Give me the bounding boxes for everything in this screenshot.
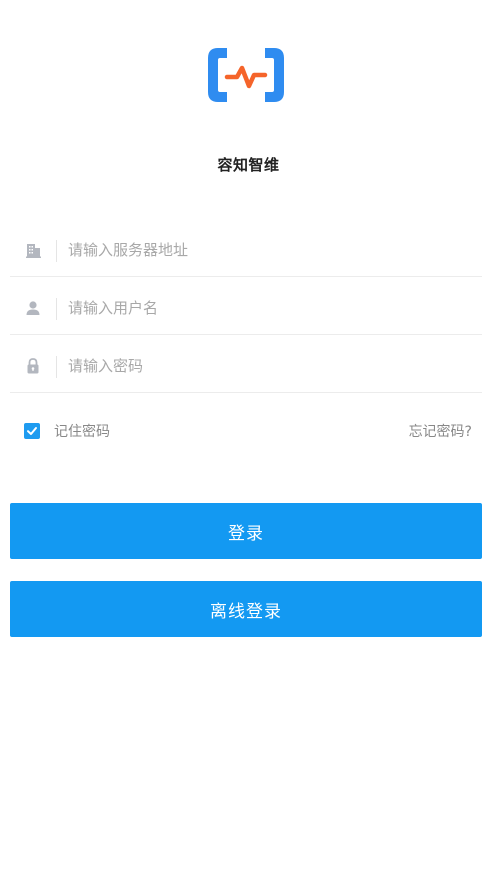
- username-input[interactable]: [68, 294, 468, 322]
- password-field[interactable]: [10, 340, 482, 393]
- remember-checkbox[interactable]: [24, 423, 40, 439]
- remember-label: 记住密码: [54, 424, 110, 440]
- server-input[interactable]: [68, 236, 468, 264]
- user-icon: [26, 301, 40, 315]
- field-divider: [56, 240, 57, 262]
- pulse-logo-icon: [208, 48, 284, 102]
- app-name: 容知智维: [217, 156, 280, 174]
- offline-login-button[interactable]: 离线登录: [10, 581, 482, 637]
- login-button[interactable]: 登录: [10, 503, 482, 559]
- password-input[interactable]: [68, 352, 468, 380]
- username-field[interactable]: [10, 282, 482, 335]
- remember-password-toggle[interactable]: 记住密码: [24, 421, 110, 441]
- building-icon: [26, 244, 41, 258]
- forgot-password-link[interactable]: 忘记密码?: [409, 421, 472, 441]
- server-field[interactable]: [10, 224, 482, 277]
- field-divider: [56, 356, 57, 378]
- check-icon: [27, 427, 37, 435]
- lock-icon: [27, 358, 39, 374]
- field-divider: [56, 298, 57, 320]
